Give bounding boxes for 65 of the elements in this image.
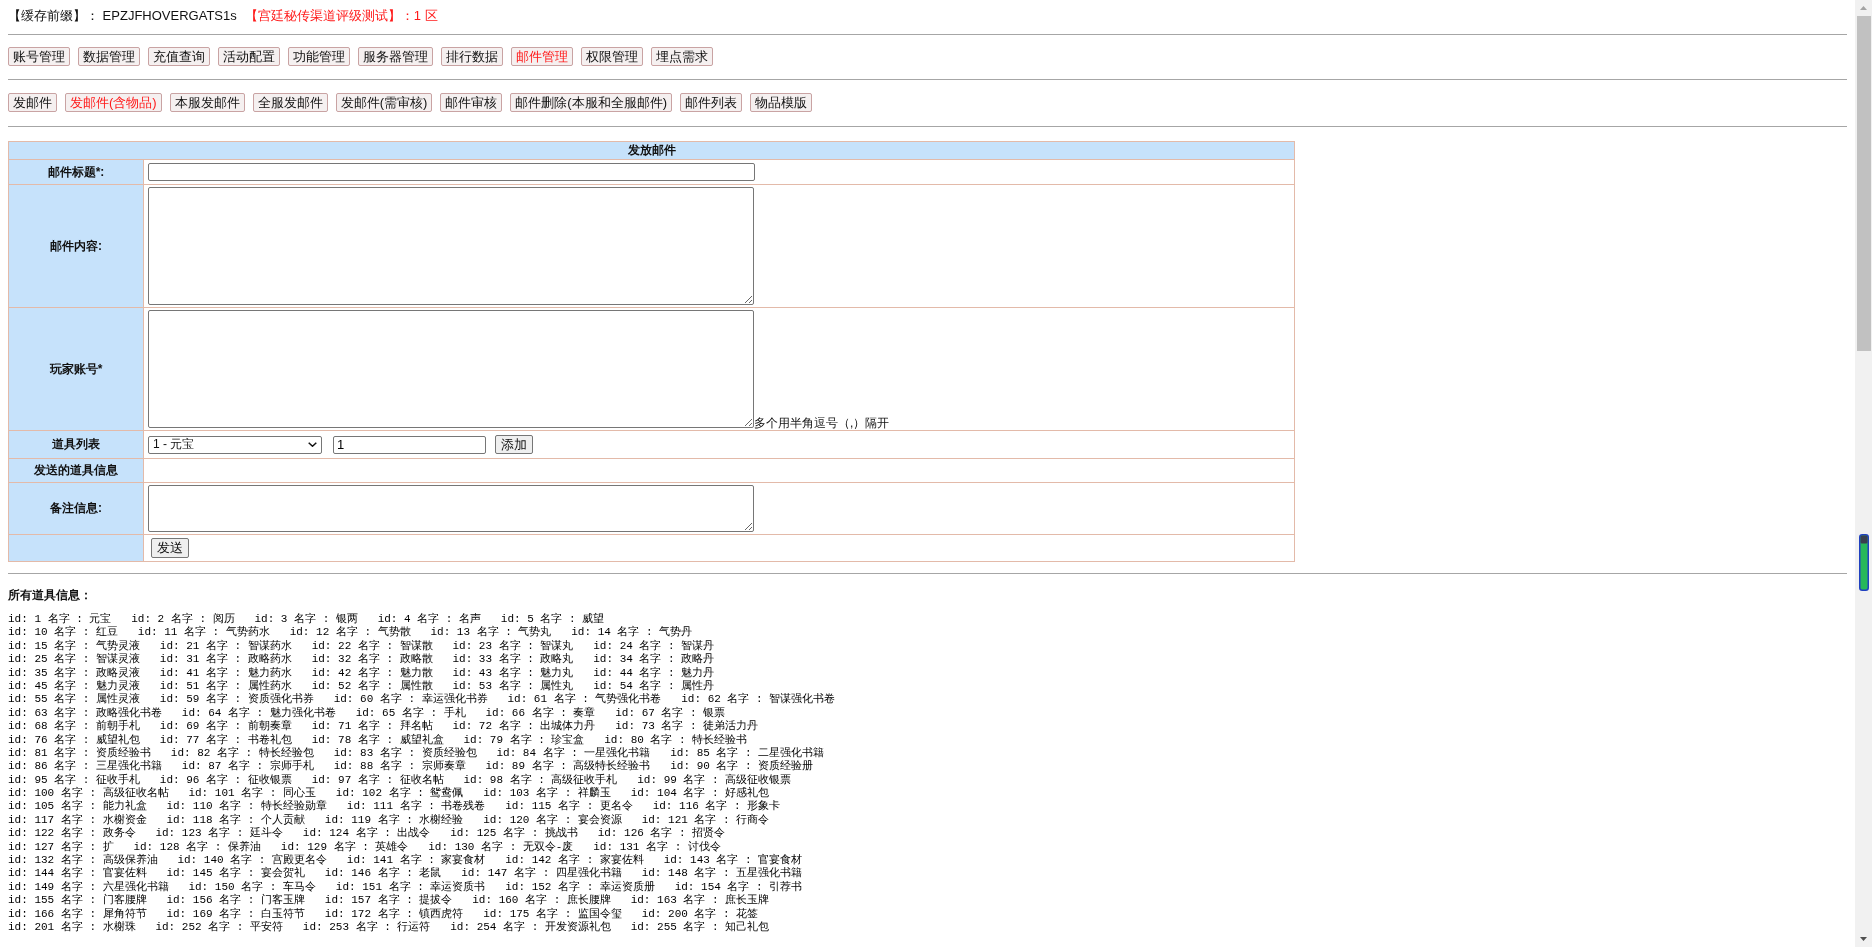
item-list-line: id: 201 名字 : 水榭珠 id: 252 名字 : 平安符 id: 253 名字 : 行运符 id: 254 名字 : 开发资源礼包 id: 255 名字 : 知己礼包 [8, 921, 771, 935]
cache-prefix-text: 【缓存前缀】： EPZJFHOVERGATS1s [8, 7, 237, 25]
menu-tab[interactable]: 权限管理 [581, 47, 643, 66]
field-label: 邮件标题*: [8, 159, 144, 185]
item-list-line: id: 45 名字 : 魅力灵液 id: 51 名字 : 属性药水 id: 52 名字 : 属性散 id: 53 名字 : 属性丸 id: 54 名字 : 属性丹 [8, 679, 716, 693]
field-label: 备注信息: [8, 482, 144, 535]
item-list-line: id: 86 名字 : 三星强化书籍 id: 87 名字 : 宗师手札 id: 88 名字 : 宗师奏章 id: 89 名字 : 高级特长经验书 id: 90 名字 : 资质经验册 [8, 760, 815, 773]
item-list-line: id: 122 名字 : 政务令 id: 123 名字 : 廷斗令 id: 124 名字 : 出战令 id: 125 名字 : 挑战书 id: 126 名字 : 招贤令 [8, 827, 727, 841]
menu-tab[interactable]: 数据管理 [78, 47, 140, 66]
item-list-line: id: 68 名字 : 前朝手札 id: 69 名字 : 前朝奏章 id: 71 名字 : 拜名帖 id: 72 名字 : 出城体力丹 id: 73 名字 : 徒弟活力丹 [8, 720, 760, 734]
item-list-line: id: 63 名字 : 政略强化书卷 id: 64 名字 : 魅力强化书卷 id: 65 名字 : 手札 id: 66 名字 : 奏章 id: 67 名字 : 银票 [8, 706, 727, 719]
item-list-line: id: 132 名字 : 高级保养油 id: 140 名字 : 宫殿更名令 id: 141 名字 : 家宴食材 id: 142 名字 : 家宴佐料 id: 143 名字 : 官宴食材 [8, 854, 804, 867]
scrollbar-thumb[interactable] [1856, 16, 1871, 351]
add-button[interactable]: 添加 [495, 435, 533, 454]
item-list-line: id: 25 名字 : 智谋灵液 id: 31 名字 : 政略药水 id: 32 名字 : 政略散 id: 33 名字 : 政略丸 id: 34 名字 : 政略丹 [8, 653, 716, 667]
quantity-input-field[interactable]: 1 [333, 435, 486, 454]
submenu-tab[interactable]: 本服发邮件 [169, 93, 245, 112]
send-button[interactable]: 发送 [151, 538, 189, 558]
item-list-line: id: 35 名字 : 政略灵液 id: 41 名字 : 魅力药水 id: 42 名字 : 魅力散 id: 43 名字 : 魅力丸 id: 44 名字 : 魅力丹 [8, 666, 716, 680]
submenu-tab[interactable]: 发邮件(需审核) [335, 93, 433, 112]
side-handle-icon[interactable] [1859, 534, 1869, 591]
item-list-line: id: 105 名字 : 能力礼盒 id: 110 名字 : 特长经验勋章 id: 111 名字 : 书卷残卷 id: 115 名字 : 更名令 id: 116 名字 : 形象卡 [8, 800, 782, 814]
menu-tab[interactable]: 功能管理 [288, 47, 350, 66]
item-list-line: id: 155 名字 : 门客腰牌 id: 156 名字 : 门客玉牌 id: 157 名字 : 提拔令 id: 160 名字 : 庶长腰牌 id: 163 名字 : 庶长玉牌 [8, 894, 771, 908]
note-text-area[interactable] [148, 485, 754, 532]
menu-tab[interactable]: 账号管理 [8, 47, 70, 66]
item-list-line: id: 95 名字 : 征收手札 id: 96 名字 : 征收银票 id: 97 名字 : 征收名帖 id: 98 名字 : 高级征收手札 id: 99 名字 : 高级征收银票 [8, 773, 793, 787]
item-list-line: id: 15 名字 : 气势灵液 id: 21 名字 : 智谋药水 id: 22 名字 : 智谋散 id: 23 名字 : 智谋丸 id: 24 名字 : 智谋丹 [8, 639, 716, 653]
submenu-tab[interactable]: 邮件列表 [680, 93, 742, 112]
item-dropdown[interactable]: 1 - 元宝 [148, 435, 322, 454]
form-title: 发放邮件 [8, 141, 1295, 160]
field-label: 邮件内容: [8, 184, 144, 308]
submenu-tab[interactable]: 物品模版 [750, 93, 812, 112]
submenu-tab[interactable]: 发邮件 [8, 93, 57, 112]
server-name-text: 【宫廷秘传渠道评级测试】：1 区 [244, 7, 438, 25]
menu-tab[interactable]: 排行数据 [441, 47, 503, 66]
item-list-line: id: 100 名字 : 高级征收名帖 id: 101 名字 : 同心玉 id: 102 名字 : 鸳鸯佩 id: 103 名字 : 祥麟玉 id: 104 名字 : 好感礼包 [8, 787, 771, 800]
item-list-line: id: 166 名字 : 犀角符节 id: 169 名字 : 白玉符节 id: 172 名字 : 镇西虎符 id: 175 名字 : 监国令玺 id: 200 名字 : 花签 [8, 907, 760, 921]
submenu-tab[interactable]: 全服发邮件 [252, 93, 328, 112]
items-info-title: 所有道具信息： [8, 587, 93, 603]
scroll-down-arrow-icon[interactable] [1860, 937, 1867, 941]
item-list-line: id: 1 名字 : 元宝 id: 2 名字 : 阅历 id: 3 名字 : 银两 id: 4 名字 : 名声 id: 5 名字 : 威望 [8, 613, 606, 626]
text-area-field[interactable] [148, 310, 754, 428]
item-list-line: id: 144 名字 : 官宴佐料 id: 145 名字 : 宴会贺礼 id: 146 名字 : 老鼠 id: 147 名字 : 四星强化书籍 id: 148 名字 : 五星强化书籍 [8, 867, 804, 881]
item-list-line: id: 81 名字 : 资质经验书 id: 82 名字 : 特长经验包 id: 83 名字 : 资质经验包 id: 84 名字 : 一星强化书籍 id: 85 名字 : 二星强化书籍 [8, 746, 826, 759]
text-area-field[interactable] [148, 187, 754, 305]
item-list-line: id: 55 名字 : 属性灵液 id: 59 名字 : 资质强化书券 id: 60 名字 : 幸运强化书券 id: 61 名字 : 气势强化书卷 id: 62 名字 : 智谋强化书卷 [8, 693, 837, 706]
field-label: 发送的道具信息 [8, 458, 144, 483]
field-label: 道具列表 [8, 430, 144, 459]
item-list-line: id: 127 名字 : 扩 id: 128 名字 : 保养油 id: 129 名字 : 英雄令 id: 130 名字 : 无双令-废 id: 131 名字 : 讨伐令 [8, 840, 722, 854]
item-list-line: id: 10 名字 : 红豆 id: 11 名字 : 气势药水 id: 12 名字 : 气势散 id: 13 名字 : 气势丸 id: 14 名字 : 气势丹 [8, 626, 694, 640]
item-list-line: id: 149 名字 : 六星强化书籍 id: 150 名字 : 车马令 id: 151 名字 : 幸运资质书 id: 152 名字 : 幸运资质册 id: 154 名字 : 引荐书 [8, 880, 804, 894]
hint-text: 多个用半角逗号（,）隔开 [754, 416, 890, 430]
menu-tab[interactable]: 埋点需求 [651, 47, 713, 66]
menu-tab[interactable]: 服务器管理 [358, 47, 433, 66]
menu-tab[interactable]: 活动配置 [218, 47, 280, 66]
field-label: 玩家账号* [8, 307, 144, 431]
item-list-line: id: 76 名字 : 威望礼包 id: 77 名字 : 书卷礼包 id: 78 名字 : 威望礼盒 id: 79 名字 : 珍宝盒 id: 80 名字 : 特长经验书 [8, 733, 749, 747]
submenu-tab[interactable]: 邮件审核 [440, 93, 503, 112]
caret-icon [308, 442, 317, 447]
submenu-tab[interactable]: 邮件删除(本服和全服邮件) [510, 93, 672, 112]
item-list-line: id: 117 名字 : 水榭资金 id: 118 名字 : 个人贡献 id: 119 名字 : 水榭经验 id: 120 名字 : 宴会资源 id: 121 名字 : 行商令 [8, 813, 771, 827]
menu-tab[interactable]: 充值查询 [148, 47, 210, 66]
text-input-field[interactable] [148, 163, 755, 181]
scrollbar[interactable] [1855, 0, 1872, 947]
